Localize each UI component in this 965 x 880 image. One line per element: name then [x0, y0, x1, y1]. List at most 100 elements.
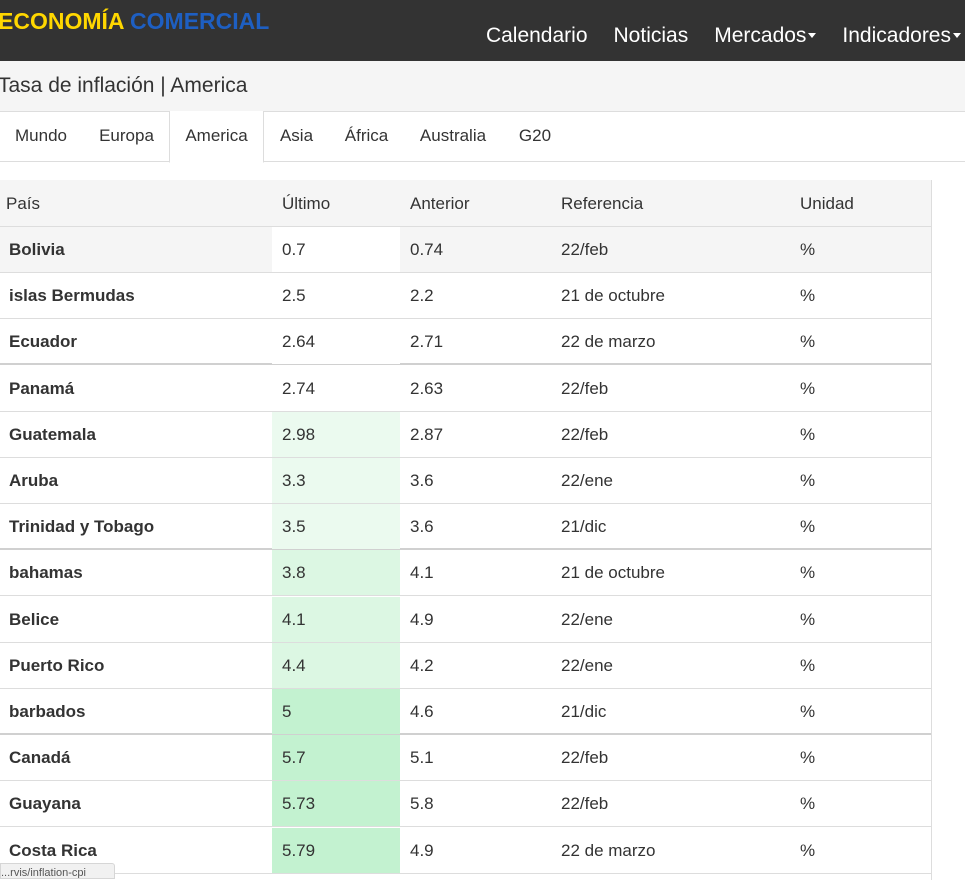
tab-europa[interactable]: Europa	[82, 111, 171, 162]
main-nav: Calendario Noticias Mercados Indicadores	[473, 20, 965, 52]
country-name[interactable]: Belice	[9, 597, 59, 642]
previous-value: 4.6	[410, 702, 434, 721]
caret-down-icon	[953, 32, 961, 38]
country-name[interactable]: Guayana	[9, 781, 81, 826]
unit-value: %	[800, 332, 816, 351]
reference-date: 22/ene	[561, 610, 613, 629]
latest-value: 2.5	[272, 273, 400, 318]
latest-value: 4.1	[272, 597, 400, 642]
reference-date: 21 de octubre	[561, 563, 665, 582]
tab-america-label: America	[185, 126, 248, 145]
country-name[interactable]: Bolivia	[9, 227, 65, 272]
tab-australia-label: Australia	[419, 126, 487, 145]
unit-value: %	[800, 841, 816, 860]
unit-value: %	[800, 563, 816, 582]
latest-value: 5.73	[272, 781, 400, 826]
country-name[interactable]: bahamas	[9, 550, 83, 595]
country-name[interactable]: Panamá	[9, 366, 74, 411]
tab-america[interactable]: America	[169, 111, 264, 163]
nav-indicadores-label: Indicadores	[842, 24, 951, 47]
header-anterior[interactable]: Anterior	[410, 180, 470, 228]
latest-value: 3.3	[272, 458, 400, 503]
nav-calendario[interactable]: Calendario	[473, 20, 601, 52]
latest-value: 5	[272, 689, 400, 734]
unit-value: %	[800, 794, 816, 813]
table-row[interactable]: Guatemala 2.98 2.87 22/feb%	[0, 412, 931, 458]
reference-date: 22/ene	[561, 656, 613, 675]
table-row[interactable]: Canadá 5.7 5.1 22/feb%	[0, 735, 931, 781]
unit-value: %	[800, 517, 816, 536]
latest-value: 2.64	[272, 319, 400, 364]
table-row[interactable]: Panamá 2.74 2.63 22/feb%	[0, 366, 931, 412]
latest-value: 5.79	[272, 828, 400, 873]
header-ultimo[interactable]: Último	[282, 180, 330, 228]
reference-date: 21/dic	[561, 517, 607, 536]
country-name[interactable]: islas Bermudas	[9, 273, 135, 318]
country-name[interactable]: Trinidad y Tobago	[9, 504, 154, 549]
nav-noticias[interactable]: Noticias	[601, 20, 702, 52]
unit-value: %	[800, 656, 816, 675]
tab-asia[interactable]: Asia	[264, 111, 329, 162]
unit-value: %	[800, 748, 816, 767]
table-row[interactable]: bahamas 3.8 4.1 21 de octubre%	[0, 550, 931, 596]
latest-value: 0.7	[272, 227, 400, 272]
previous-value: 2.63	[410, 379, 444, 398]
nav-indicadores-dropdown[interactable]: Indicadores	[829, 20, 965, 52]
header-unidad[interactable]: Unidad	[800, 180, 854, 228]
country-name[interactable]: Ecuador	[9, 319, 77, 364]
reference-date: 22 de marzo	[561, 332, 656, 351]
table-row[interactable]: Belice 4.1 4.9 22/ene%	[0, 597, 931, 643]
tab-mundo[interactable]: Mundo	[0, 111, 82, 162]
table-row[interactable]: Puerto Rico 4.4 4.2 22/ene%	[0, 643, 931, 689]
country-name[interactable]: barbados	[9, 689, 86, 734]
header-referencia[interactable]: Referencia	[561, 180, 643, 228]
previous-value: 4.9	[410, 610, 434, 629]
table-row[interactable]: Ecuador 2.64 2.71 22 de marzo%	[0, 319, 931, 365]
table-row[interactable]: Guayana 5.73 5.8 22/feb%	[0, 781, 931, 827]
unit-value: %	[800, 610, 816, 629]
latest-value: 4.4	[272, 643, 400, 688]
nav-mercados-dropdown[interactable]: Mercados	[701, 20, 829, 52]
previous-value: 2.87	[410, 425, 444, 444]
reference-date: 22/ene	[561, 471, 613, 490]
nav-noticias-label: Noticias	[613, 24, 689, 47]
unit-value: %	[800, 240, 816, 259]
tab-g20[interactable]: G20	[502, 111, 568, 162]
page-title: Tasa de inflación | America	[0, 74, 248, 97]
previous-value: 2.71	[410, 332, 444, 351]
country-name[interactable]: Guatemala	[9, 412, 96, 457]
table-row[interactable]: islas Bermudas 2.5 2.2 21 de octubre%	[0, 273, 931, 319]
reference-date: 22/feb	[561, 240, 609, 259]
table-row[interactable]: Trinidad y Tobago 3.5 3.6 21/dic%	[0, 504, 931, 550]
country-name[interactable]: Aruba	[9, 458, 58, 503]
tab-africa[interactable]: África	[329, 111, 404, 162]
latest-value: 2.98	[272, 412, 400, 457]
latest-value: 3.8	[272, 550, 400, 595]
table-row[interactable]: Bolivia 0.7 0.74 22/feb%	[0, 227, 931, 273]
unit-value: %	[800, 471, 816, 490]
brand-word-economia: ECONOMÍA	[0, 8, 124, 34]
previous-value: 5.1	[410, 748, 434, 767]
table-row[interactable]: Aruba 3.3 3.6 22/ene%	[0, 458, 931, 504]
previous-value: 0.74	[410, 240, 444, 259]
tab-africa-label: África	[344, 126, 389, 145]
table-header: País Último Anterior Referencia Unidad	[0, 180, 931, 227]
tab-mundo-label: Mundo	[15, 126, 67, 145]
tab-g20-label: G20	[518, 126, 552, 145]
table-row[interactable]: barbados 5 4.6 21/dic%	[0, 689, 931, 735]
unit-value: %	[800, 379, 816, 398]
reference-date: 21/dic	[561, 702, 607, 721]
previous-value: 2.2	[410, 286, 434, 305]
country-name[interactable]: Canadá	[9, 735, 70, 780]
table-row[interactable]: Costa Rica 5.79 4.9 22 de marzo%	[0, 828, 931, 874]
caret-down-icon	[808, 32, 817, 38]
tab-europa-label: Europa	[99, 126, 154, 145]
previous-value: 4.2	[410, 656, 434, 675]
header-pais[interactable]: País	[6, 180, 40, 228]
region-tabs: Mundo Europa America Asia África Austral…	[0, 111, 965, 163]
tab-australia[interactable]: Australia	[404, 111, 502, 162]
brand-logo[interactable]: ECONOMÍA COMERCIAL	[0, 8, 269, 35]
brand-word-comercial: COMERCIAL	[130, 8, 270, 34]
nav-mercados-label: Mercados	[714, 24, 807, 47]
country-name[interactable]: Puerto Rico	[9, 643, 104, 688]
